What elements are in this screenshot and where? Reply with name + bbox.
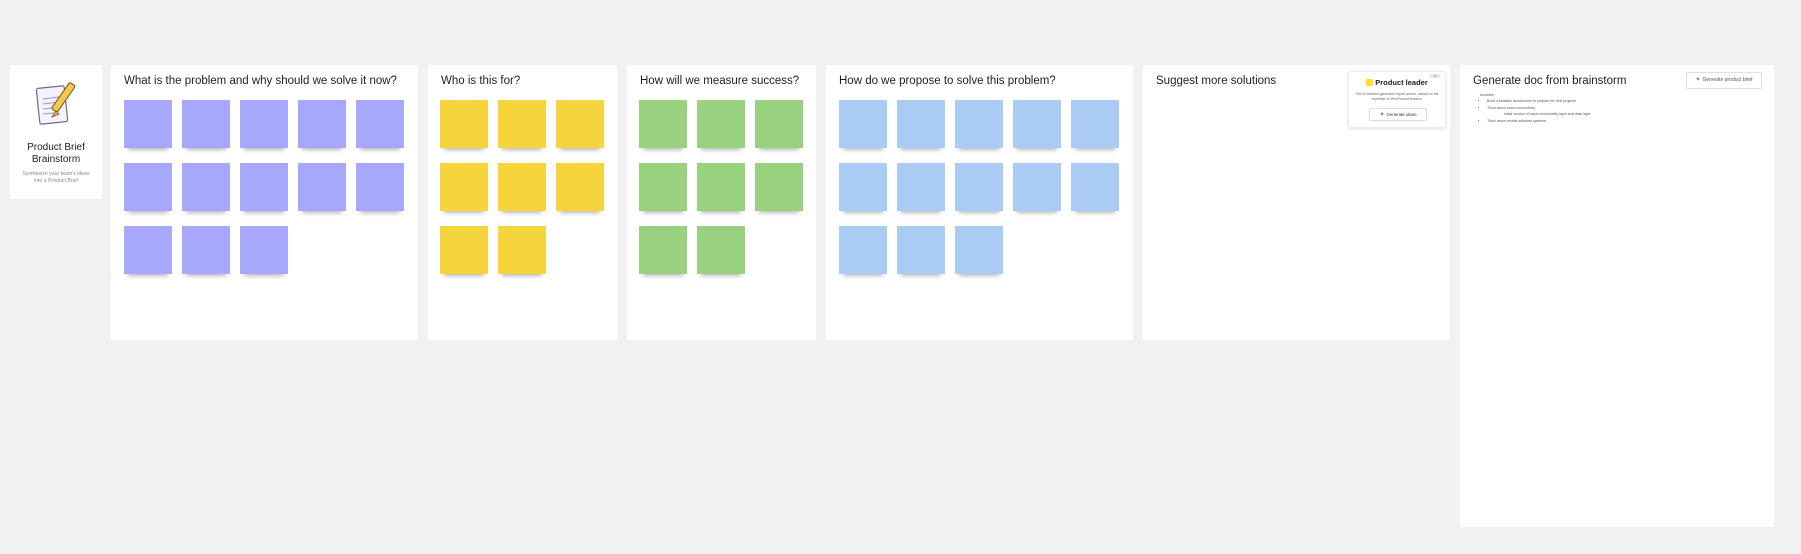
sticky-note[interactable] <box>298 163 346 211</box>
sticky-note[interactable] <box>897 100 945 148</box>
intro-description: Synthesize your team's ideas into a Prod… <box>22 171 90 184</box>
sticky-note[interactable] <box>182 163 230 211</box>
sticky-note[interactable] <box>240 163 288 211</box>
frame-title: How will we measure success? <box>640 75 800 87</box>
doc-list: Build a scalable architecture to prepare… <box>1480 98 1700 111</box>
generate-product-brief-button[interactable]: ✦ Generate product brief <box>1686 72 1762 89</box>
sparkle-icon: ✦ <box>1379 112 1385 118</box>
doc-item: Think about mobile software systems <box>1487 118 1700 124</box>
sticky-note[interactable] <box>839 100 887 148</box>
sticky-note[interactable] <box>498 163 546 211</box>
sticky-note[interactable] <box>639 100 687 148</box>
frame-problem[interactable]: What is the problem and why should we so… <box>111 65 418 340</box>
product-leader-title: Product leader <box>1349 78 1445 87</box>
product-leader-title-text: Product leader <box>1375 78 1428 87</box>
sticky-note[interactable] <box>1013 163 1061 211</box>
sticky-note[interactable] <box>240 226 288 274</box>
sticky-note[interactable] <box>639 163 687 211</box>
sticky-note[interactable] <box>498 226 546 274</box>
sticky-note[interactable] <box>440 163 488 211</box>
intro-title: Product Brief Brainstorm <box>27 142 85 165</box>
frame-generate-doc[interactable]: Generate doc from brainstorm <box>1460 65 1774 527</box>
sticky-note[interactable] <box>298 100 346 148</box>
frame-title: Generate doc from brainstorm <box>1473 75 1627 87</box>
sticky-note[interactable] <box>124 100 172 148</box>
generate-product-brief-label: Generate product brief <box>1702 77 1753 83</box>
frame-solution[interactable]: How do we propose to solve this problem? <box>826 65 1133 340</box>
sticky-note[interactable] <box>356 100 404 148</box>
product-leader-description: This AI sidekick generates expert advice… <box>1355 92 1439 101</box>
doc-list: Think about mobile software systems <box>1480 118 1700 124</box>
sticky-note[interactable] <box>1071 100 1119 148</box>
sticky-note[interactable] <box>240 100 288 148</box>
frame-title: Who is this for? <box>441 75 521 87</box>
sticky-note[interactable] <box>755 163 803 211</box>
frame-title: How do we propose to solve this problem? <box>839 75 1056 87</box>
generate-ideas-button[interactable]: ✦ Generate ideas <box>1369 108 1427 121</box>
sticky-note[interactable] <box>124 226 172 274</box>
product-brief-illustration-icon <box>35 82 76 125</box>
sticky-note[interactable] <box>897 163 945 211</box>
sticky-note[interactable] <box>182 226 230 274</box>
frame-audience[interactable]: Who is this for? <box>428 65 617 340</box>
sticky-note[interactable] <box>1071 163 1119 211</box>
sticky-note[interactable] <box>839 226 887 274</box>
generate-ideas-label: Generate ideas <box>1386 112 1417 117</box>
sticky-note[interactable] <box>755 100 803 148</box>
sticky-note[interactable] <box>440 226 488 274</box>
sticky-note[interactable] <box>955 100 1003 148</box>
sparkle-icon: ✦ <box>1695 77 1701 83</box>
sticky-note[interactable] <box>955 163 1003 211</box>
sticky-note[interactable] <box>697 100 745 148</box>
frame-title: What is the problem and why should we so… <box>124 75 397 87</box>
sticky-note[interactable] <box>440 100 488 148</box>
sticky-note[interactable] <box>697 163 745 211</box>
sticky-note[interactable] <box>897 226 945 274</box>
miro-logo-icon <box>1366 79 1374 86</box>
sticky-note[interactable] <box>639 226 687 274</box>
frame-title: Suggest more solutions <box>1156 75 1277 87</box>
sticky-note[interactable] <box>556 100 604 148</box>
sticky-note[interactable] <box>697 226 745 274</box>
sticky-note[interactable] <box>556 163 604 211</box>
generated-doc-preview: Includes: Build a scalable architecture … <box>1480 92 1700 124</box>
sticky-note[interactable] <box>955 226 1003 274</box>
sticky-note[interactable] <box>1013 100 1061 148</box>
sticky-note[interactable] <box>124 163 172 211</box>
frame-success[interactable]: How will we measure success? <box>627 65 816 340</box>
sticky-note[interactable] <box>839 163 887 211</box>
sticky-note[interactable] <box>182 100 230 148</box>
sticky-note[interactable] <box>498 100 546 148</box>
sticky-note[interactable] <box>356 163 404 211</box>
intro-card: Product Brief Brainstorm Synthesize your… <box>10 65 102 199</box>
product-leader-widget[interactable]: AI Product leader This AI sidekick gener… <box>1348 71 1446 128</box>
